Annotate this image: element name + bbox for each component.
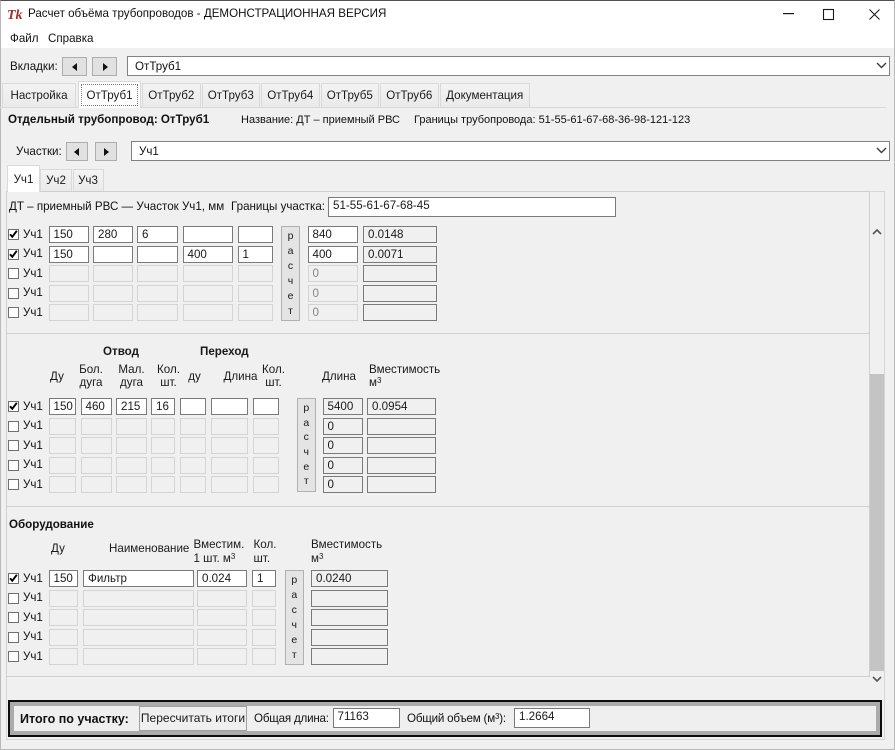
svg-text:Tk: Tk [7,8,23,23]
